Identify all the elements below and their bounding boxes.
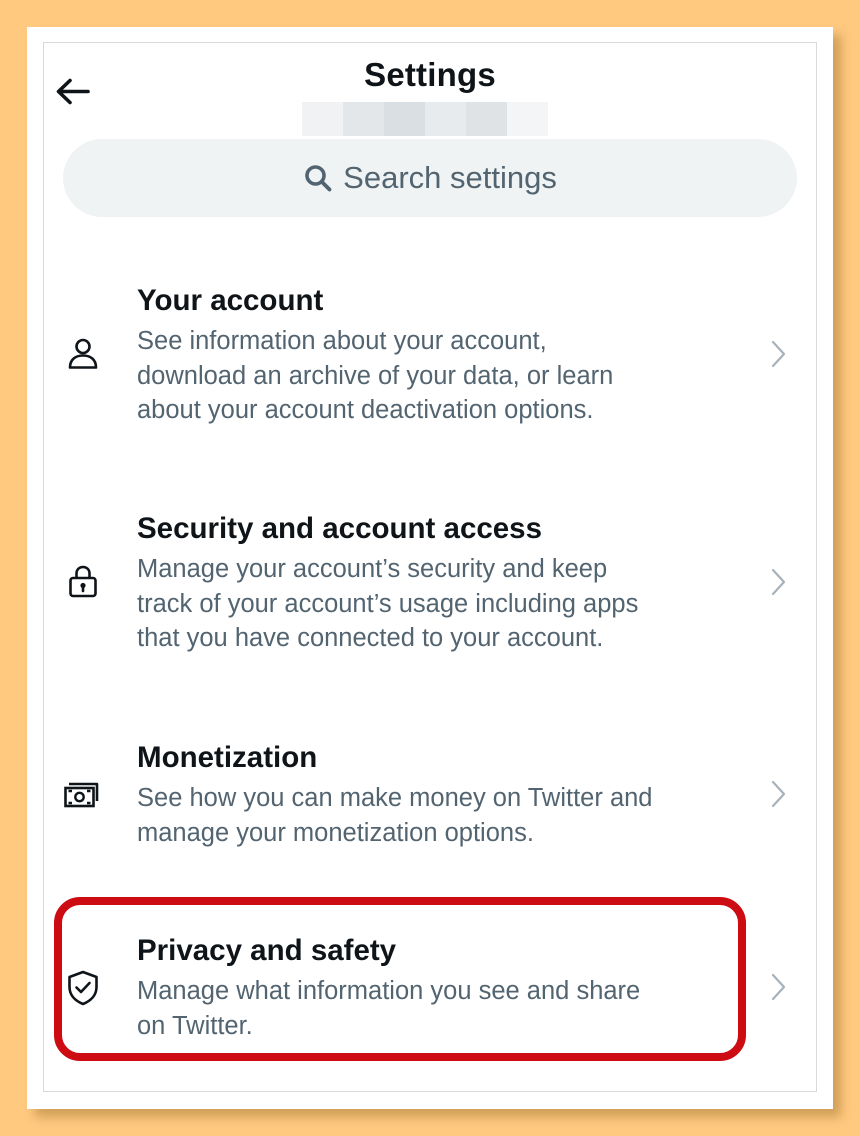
chevron-right-icon	[771, 780, 786, 808]
settings-item-description: See how you can make money on Twitter an…	[137, 784, 653, 847]
search-icon	[305, 165, 332, 192]
settings-item-security[interactable]: Security and account access Manage your …	[43, 512, 817, 664]
page-title: Settings	[364, 56, 496, 93]
chevron-right-icon	[771, 568, 786, 596]
settings-item-description: Manage your account’s security and keep …	[137, 555, 639, 652]
search-placeholder: Search settings	[343, 160, 557, 195]
lock-icon	[69, 565, 97, 598]
chevron-right-icon	[771, 973, 786, 1001]
settings-item-your-account[interactable]: Your account See information about your …	[43, 284, 817, 436]
highlight-annotation	[54, 897, 746, 1061]
settings-item-title: Monetization	[137, 741, 318, 774]
chevron-right-icon	[771, 340, 786, 368]
settings-item-title: Your account	[137, 284, 324, 317]
search-input[interactable]: Search settings	[63, 139, 797, 217]
settings-item-description: See information about your account, down…	[137, 327, 614, 424]
person-icon	[68, 338, 98, 369]
username-redacted	[302, 102, 548, 136]
settings-item-monetization[interactable]: Monetization See how you can make money …	[43, 741, 817, 859]
money-icon	[64, 782, 99, 808]
settings-item-title: Security and account access	[137, 512, 542, 545]
